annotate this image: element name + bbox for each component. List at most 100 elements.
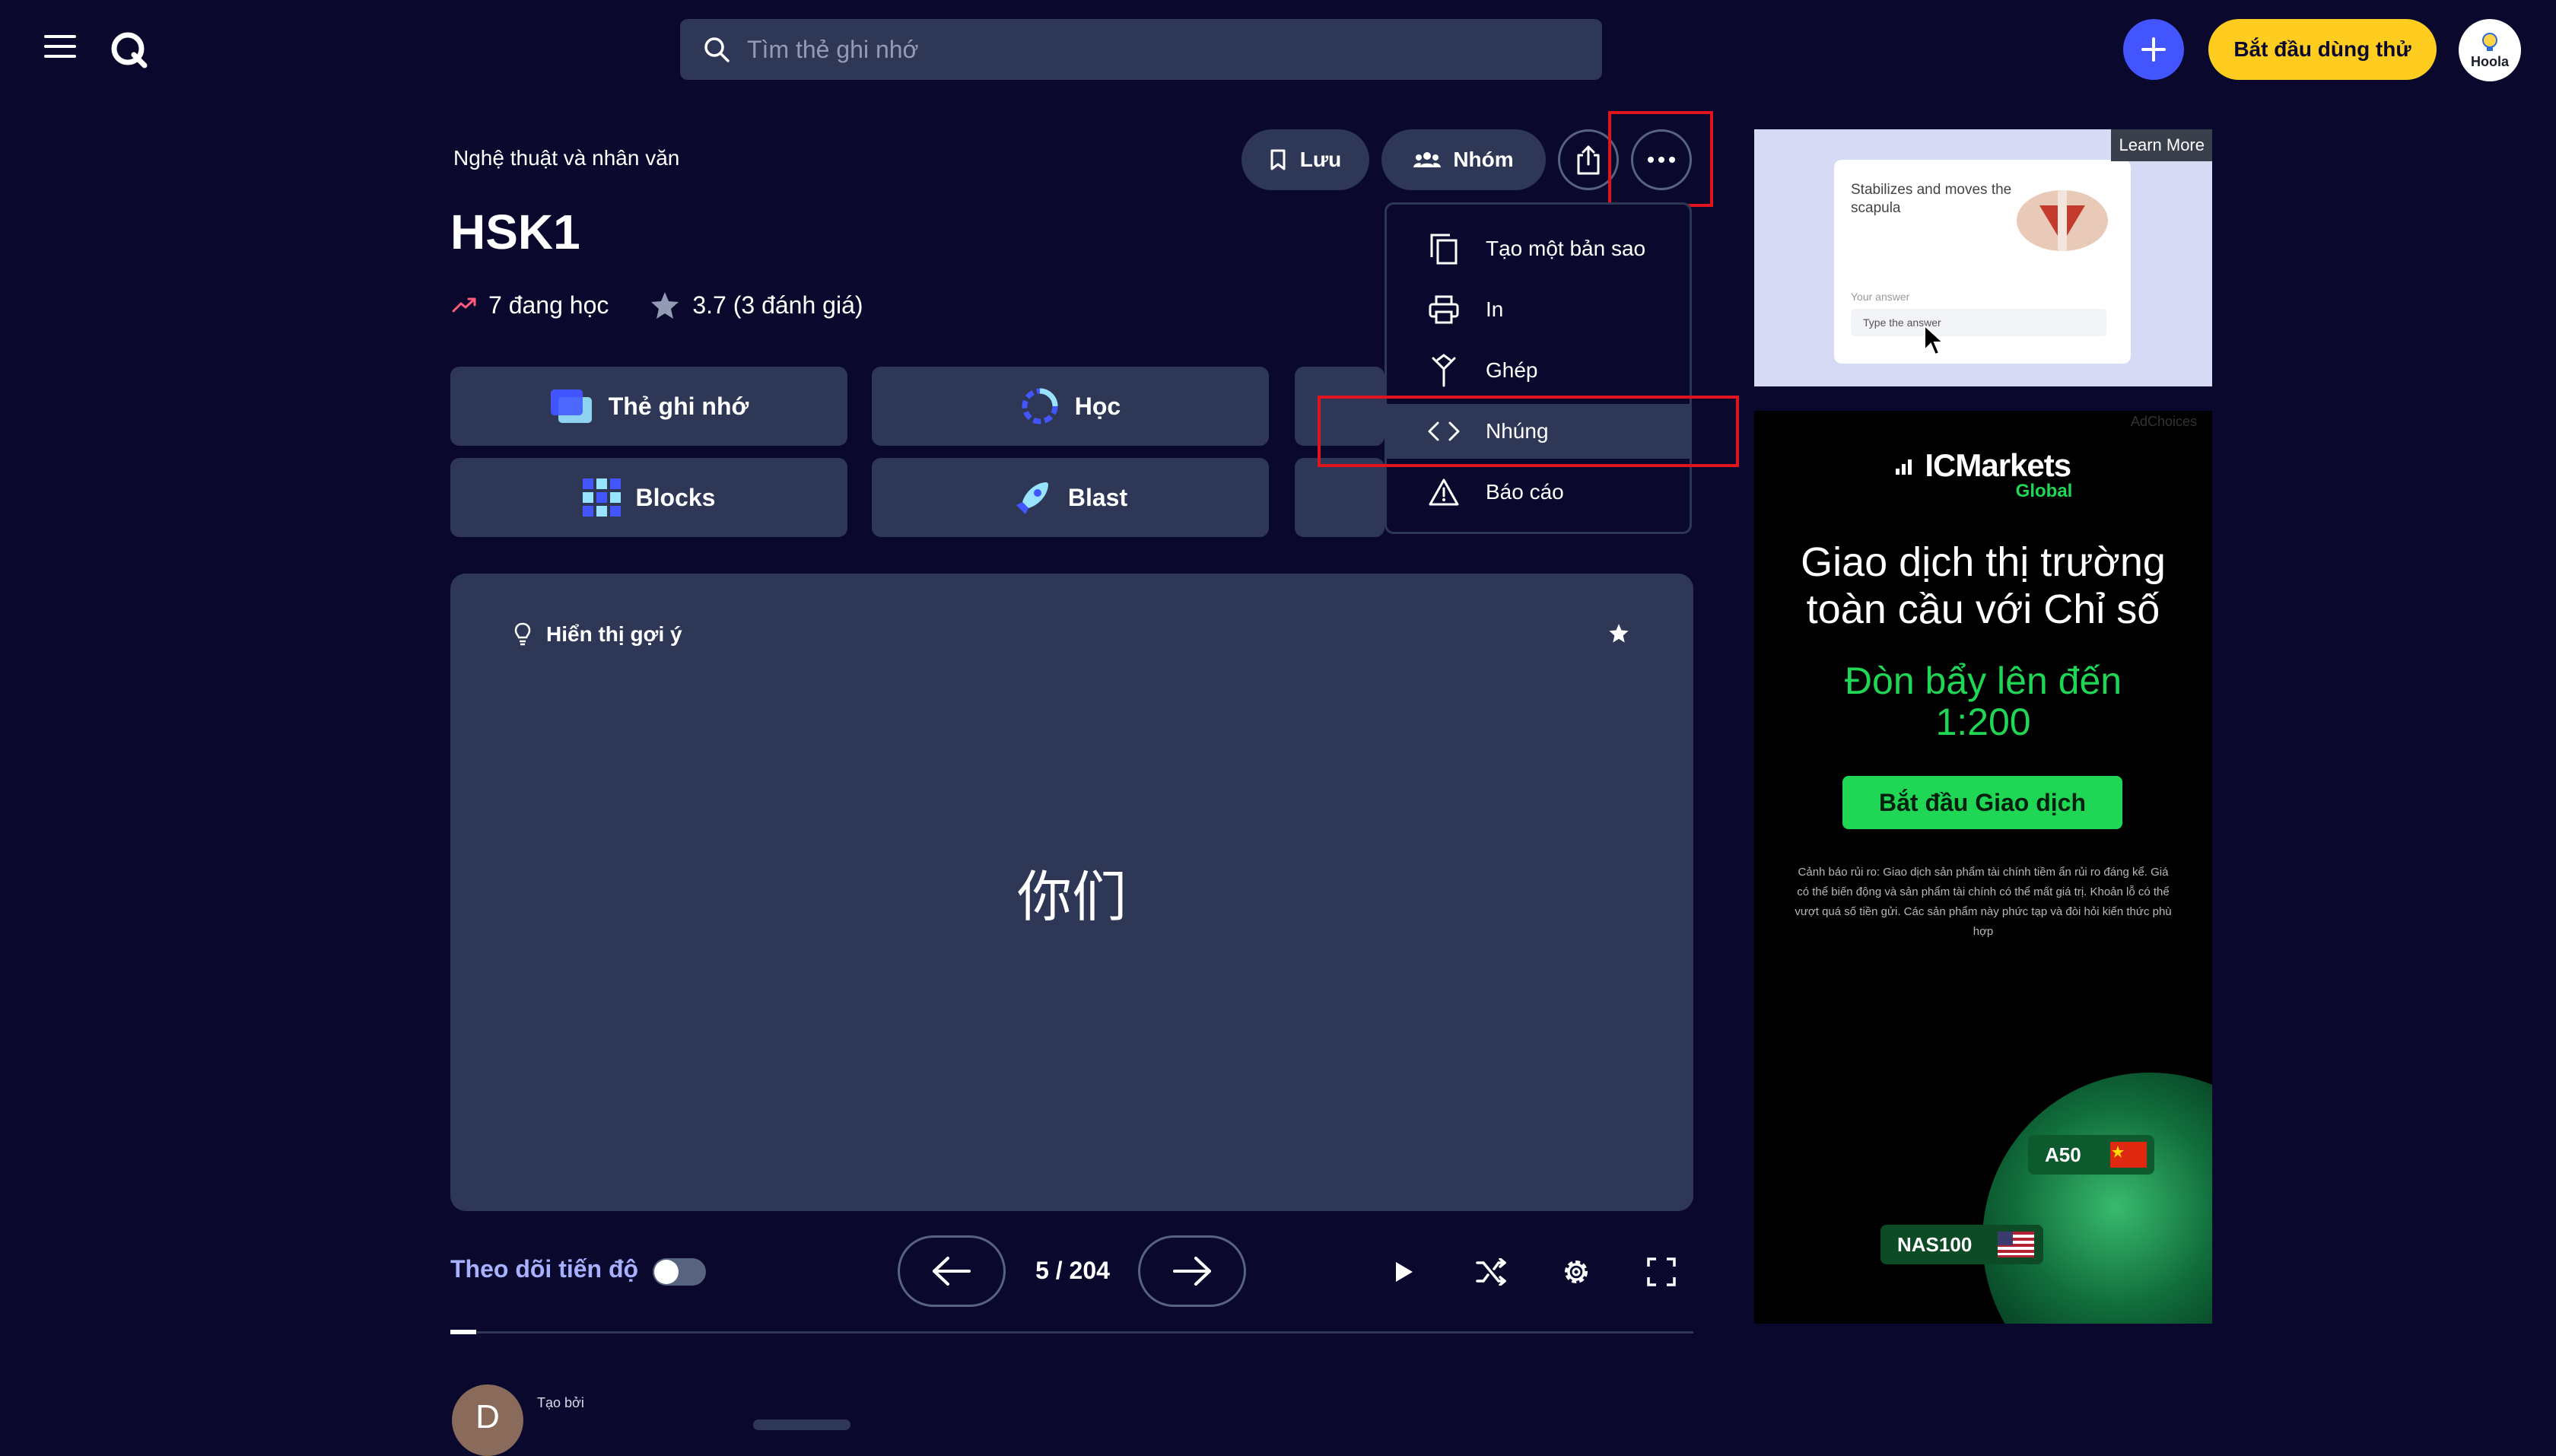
- learn-icon: [1022, 388, 1058, 424]
- quizlet-logo[interactable]: [110, 30, 148, 68]
- mode-learn[interactable]: Học: [872, 367, 1269, 446]
- ad-answer-field: Type the answer: [1851, 309, 2106, 336]
- mode-match[interactable]: [1295, 458, 1384, 537]
- mode-label: Blast: [1067, 483, 1128, 511]
- star-icon: [651, 292, 679, 319]
- star-filled-icon: [1609, 624, 1629, 643]
- breadcrumb[interactable]: Nghệ thuật và nhân văn: [453, 146, 679, 170]
- ad-badge-a50: A50: [2028, 1135, 2154, 1175]
- logo-icon: [111, 32, 148, 68]
- previous-card-button[interactable]: [898, 1235, 1006, 1307]
- studying-count: 7 đang học: [452, 291, 609, 319]
- creator-badge: [753, 1419, 850, 1430]
- mode-label: Blocks: [635, 483, 716, 511]
- search-icon: [704, 37, 730, 62]
- track-progress-toggle[interactable]: [653, 1258, 706, 1286]
- flag-china-icon: [2110, 1142, 2147, 1168]
- menu-item-report[interactable]: Báo cáo: [1387, 465, 1690, 520]
- ad-quiz-panel: Stabilizes and moves the scapula Your an…: [1834, 160, 2131, 364]
- shuffle-button[interactable]: [1468, 1249, 1514, 1295]
- card-counter: 5 / 204: [1035, 1257, 1110, 1284]
- bookmark-icon: [1270, 149, 1286, 170]
- group-button[interactable]: Nhóm: [1381, 129, 1546, 190]
- signal-bars-icon: [1895, 459, 1912, 475]
- toggle-knob: [654, 1260, 679, 1284]
- arrow-left-icon: [933, 1257, 971, 1286]
- card-term: 你们: [1016, 865, 1127, 929]
- creator-initial: D: [475, 1398, 500, 1435]
- ad-disclaimer: Cảnh báo rủi ro: Giao dịch sản phẩm tài …: [1795, 866, 2172, 938]
- menu-item-copy[interactable]: Tạo một bản sao: [1387, 221, 1690, 276]
- share-icon: [1577, 145, 1600, 175]
- blocks-icon: [582, 478, 621, 517]
- menu-item-label: Ghép: [1486, 358, 1538, 382]
- created-by-label: Tạo bởi: [537, 1395, 584, 1410]
- search-input[interactable]: [746, 34, 1585, 65]
- ad-brand-name: ICMarkets: [1925, 447, 2071, 483]
- rating-label: 3.7 (3 đánh giá): [692, 291, 863, 319]
- set-stats: 7 đang học 3.7 (3 đánh giá): [452, 291, 904, 319]
- search-bar[interactable]: [680, 19, 1602, 80]
- star-term-button[interactable]: [1608, 622, 1629, 644]
- ad-question: Stabilizes and moves the scapula: [1851, 182, 2012, 216]
- rating[interactable]: 3.7 (3 đánh giá): [650, 291, 863, 319]
- mode-label: Học: [1074, 392, 1121, 420]
- mode-blocks[interactable]: Blocks: [450, 458, 847, 537]
- save-label: Lưu: [1299, 148, 1342, 171]
- shuffle-icon: [1476, 1258, 1506, 1286]
- copy-icon: [1425, 233, 1463, 265]
- track-progress-label: Theo dõi tiến độ: [450, 1255, 639, 1283]
- creator-avatar[interactable]: D: [452, 1384, 523, 1456]
- menu-item-merge[interactable]: Ghép: [1387, 343, 1690, 398]
- trending-up-icon: [452, 297, 476, 313]
- ad-learn-more-button[interactable]: Learn More: [2111, 129, 2212, 161]
- group-label: Nhóm: [1453, 148, 1514, 171]
- more-button-highlight: [1608, 111, 1713, 207]
- warning-icon: [1425, 478, 1463, 507]
- merge-icon: [1425, 354, 1463, 387]
- plus-icon: [2141, 37, 2166, 62]
- ad-brand-sub: Global: [2015, 481, 2073, 501]
- mode-flashcards[interactable]: Thẻ ghi nhớ: [450, 367, 847, 446]
- badge-nas100-label: NAS100: [1897, 1232, 1973, 1256]
- adchoices-label[interactable]: AdChoices: [2131, 414, 2197, 430]
- globe-illustration: [1982, 1073, 2212, 1324]
- ad-badge-nas100: NAS100: [1880, 1225, 2043, 1264]
- ad-cta-button[interactable]: Bắt đầu Giao dịch: [1842, 776, 2122, 829]
- progress-fill: [450, 1330, 476, 1334]
- menu-item-label: In: [1486, 297, 1504, 321]
- play-button[interactable]: [1381, 1249, 1427, 1295]
- studying-label: 7 đang học: [488, 291, 609, 319]
- ad-banner-side[interactable]: AdChoices ICMarkets Global Giao dịch thị…: [1754, 411, 2212, 1324]
- menu-item-print[interactable]: In: [1387, 282, 1690, 337]
- menu-button[interactable]: [44, 33, 76, 59]
- gear-icon: [1565, 1260, 1588, 1283]
- create-button[interactable]: [2123, 19, 2184, 80]
- user-avatar[interactable]: Hoola: [2459, 19, 2521, 81]
- avatar-text: Hoola: [2470, 53, 2509, 69]
- lightbulb-outline-icon: [514, 622, 531, 646]
- start-trial-button[interactable]: Bắt đầu dùng thử: [2208, 19, 2437, 80]
- save-button[interactable]: Lưu: [1241, 129, 1369, 190]
- badge-a50-label: A50: [2045, 1143, 2081, 1166]
- more-options-menu: Tạo một bản sao In Ghép Nhúng Báo cáo: [1384, 202, 1692, 534]
- lightbulb-icon: [2482, 32, 2497, 51]
- rocket-icon: [1016, 482, 1048, 514]
- printer-icon: [1425, 295, 1463, 324]
- ad-brand: ICMarkets Global: [1754, 447, 2212, 502]
- ad-headline: Giao dịch thị trường toàn cầu với Chỉ số: [1801, 539, 2166, 632]
- fullscreen-button[interactable]: [1639, 1249, 1684, 1295]
- page-title: HSK1: [450, 205, 580, 259]
- next-card-button[interactable]: [1138, 1235, 1246, 1307]
- progress-track: [450, 1331, 1693, 1334]
- flag-usa-icon: [1998, 1232, 2034, 1257]
- ad-leverage: Đòn bẩy lên đến 1:200: [1844, 660, 2122, 743]
- flashcards-icon: [550, 389, 592, 423]
- mouse-cursor-icon: [1924, 324, 1945, 356]
- show-hint-button[interactable]: Hiển thị gợi ý: [514, 622, 682, 647]
- flashcard[interactable]: 你们: [450, 574, 1693, 1211]
- mode-blast[interactable]: Blast: [872, 458, 1269, 537]
- anatomy-illustration: [2017, 190, 2108, 251]
- settings-button[interactable]: [1553, 1249, 1599, 1295]
- ad-banner-top[interactable]: Stabilizes and moves the scapula Your an…: [1754, 129, 2212, 386]
